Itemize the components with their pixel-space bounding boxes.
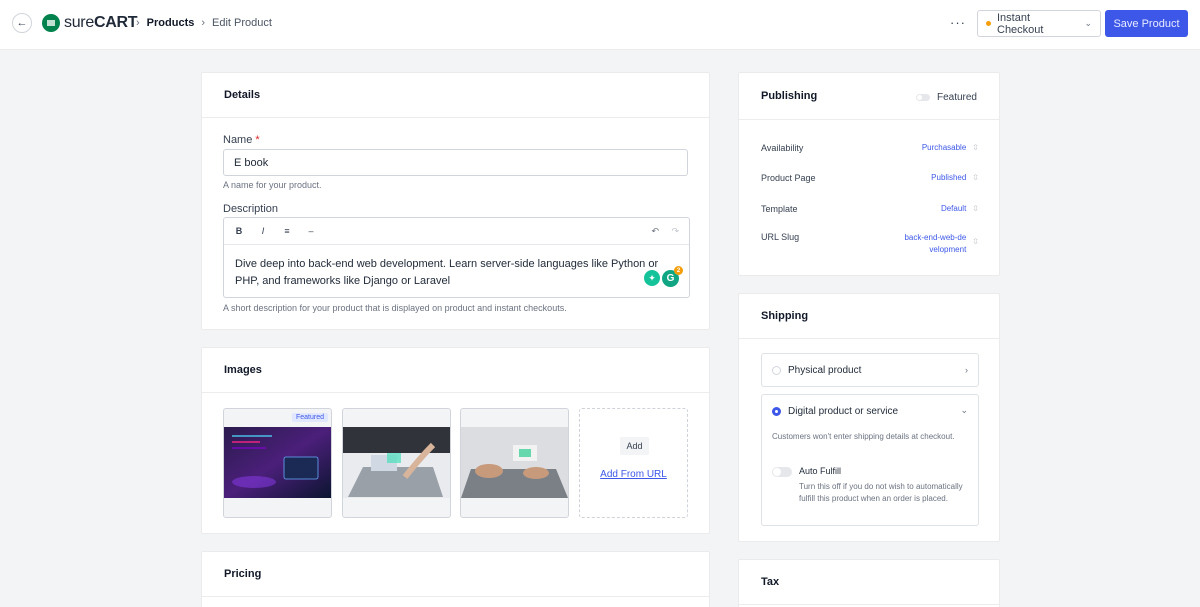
shipping-title: Shipping — [739, 294, 999, 339]
image-thumbnail-3[interactable] — [460, 408, 569, 518]
physical-product-option[interactable]: Physical product › — [761, 353, 979, 387]
editor-toolbar: B I ≡ – ↶ ↷ — [224, 218, 689, 245]
featured-toggle[interactable]: Featured — [915, 92, 977, 103]
publishing-card: Publishing Featured Availability Purchas… — [738, 72, 1000, 276]
chevron-right-icon: › — [136, 17, 140, 29]
details-title: Details — [202, 73, 709, 118]
publishing-row-url-slug: URL Slug back-end-web-development ⇳ — [761, 232, 979, 256]
redo-icon[interactable]: ↷ — [671, 226, 679, 237]
availability-select[interactable]: Purchasable ⇳ — [922, 143, 979, 153]
auto-fulfill-toggle[interactable] — [772, 467, 792, 477]
surecart-logo[interactable]: sureCART — [42, 14, 137, 32]
chevron-right-icon: › — [965, 365, 968, 375]
featured-switch[interactable] — [915, 94, 930, 101]
italic-icon[interactable]: I — [258, 226, 268, 236]
laptop-hands-image — [343, 427, 450, 498]
grammarly-widget[interactable]: ✦ G2 — [644, 266, 683, 287]
back-button[interactable]: ← — [12, 13, 32, 33]
physical-radio[interactable] — [772, 366, 781, 375]
tax-title: Tax — [739, 560, 999, 605]
surecart-logo-icon — [42, 14, 60, 32]
digital-note: Customers won't enter shipping details a… — [772, 432, 955, 441]
images-card: Images Featured Add Add From URL — [201, 347, 710, 534]
chevron-down-icon: ⌄ — [960, 405, 968, 415]
description-editor[interactable]: B I ≡ – ↶ ↷ Dive deep into back-end web … — [223, 217, 690, 298]
chevron-updown-icon: ⇳ — [972, 143, 979, 152]
chevron-updown-icon: ⇳ — [972, 204, 979, 213]
top-bar: ← sureCART › Products › Edit Product ···… — [0, 0, 1200, 50]
breadcrumb-current: Edit Product — [212, 17, 272, 29]
description-hint: A short description for your product tha… — [223, 303, 567, 313]
list-icon[interactable]: ≡ — [282, 226, 292, 236]
digital-product-option[interactable]: Digital product or service ⌄ Customers w… — [761, 394, 979, 526]
horizontal-rule-icon[interactable]: – — [306, 226, 316, 236]
grammarly-assist-icon[interactable]: ✦ — [644, 270, 660, 286]
url-slug-label: URL Slug — [761, 232, 800, 242]
image-thumbnail-1[interactable]: Featured — [223, 408, 332, 518]
grammarly-count: 2 — [674, 266, 683, 275]
checkout-select-label: Instant Checkout — [997, 11, 1044, 36]
name-input[interactable]: E book — [223, 149, 688, 176]
publishing-row-product-page: Product Page Published ⇳ — [761, 173, 979, 183]
checkout-select[interactable]: Instant Checkout ⌄ — [977, 10, 1101, 37]
digital-radio[interactable] — [772, 407, 781, 416]
coding-laptop-image — [224, 427, 331, 498]
name-label: Name * — [223, 134, 260, 146]
name-hint: A name for your product. — [223, 180, 322, 190]
images-title: Images — [202, 348, 709, 393]
undo-icon[interactable]: ↶ — [651, 226, 659, 237]
auto-fulfill-description: Turn this off if you do not wish to auto… — [799, 482, 963, 503]
laptop-typing-image — [461, 427, 568, 498]
breadcrumb: › Products › Edit Product — [136, 17, 272, 29]
template-label: Template — [761, 204, 798, 214]
shipping-card: Shipping Physical product › Digital prod… — [738, 293, 1000, 542]
availability-label: Availability — [761, 143, 804, 153]
required-mark: * — [255, 134, 260, 146]
details-card: Details Name * E book A name for your pr… — [201, 72, 710, 330]
chevron-updown-icon: ⇳ — [972, 237, 979, 246]
pricing-card: Pricing — [201, 551, 710, 607]
tax-card: Tax — [738, 559, 1000, 607]
image-thumbnail-2[interactable] — [342, 408, 451, 518]
chevron-updown-icon: ⇳ — [972, 173, 979, 182]
digital-label: Digital product or service — [788, 406, 899, 417]
template-select[interactable]: Default ⇳ — [941, 204, 979, 214]
publishing-row-availability: Availability Purchasable ⇳ — [761, 143, 979, 153]
featured-badge: Featured — [291, 413, 328, 422]
description-text[interactable]: Dive deep into back-end web development.… — [224, 245, 689, 301]
bold-icon[interactable]: B — [234, 226, 244, 236]
product-page-label: Product Page — [761, 173, 816, 183]
pricing-title: Pricing — [202, 552, 709, 597]
logo-text-cart: CART — [93, 14, 138, 31]
status-dot-icon — [986, 21, 991, 26]
save-product-button[interactable]: Save Product — [1105, 10, 1188, 37]
add-image-button[interactable]: Add — [620, 437, 649, 455]
chevron-right-icon: › — [201, 17, 206, 29]
product-page-select[interactable]: Published ⇳ — [931, 173, 979, 183]
publishing-row-template: Template Default ⇳ — [761, 204, 979, 214]
grammarly-icon[interactable]: G2 — [662, 266, 683, 287]
featured-label: Featured — [936, 92, 977, 103]
logo-text-sure: sure — [64, 14, 94, 31]
chevron-down-icon: ⌄ — [1084, 18, 1092, 28]
url-slug-input[interactable]: back-end-web-development ⇳ — [904, 232, 979, 256]
auto-fulfill-label: Auto Fulfill — [799, 466, 842, 476]
add-image-dropzone[interactable]: Add Add From URL — [579, 408, 688, 518]
breadcrumb-products[interactable]: Products — [147, 17, 195, 29]
physical-label: Physical product — [788, 365, 862, 376]
add-from-url-link[interactable]: Add From URL — [580, 469, 687, 480]
arrow-left-icon: ← — [16, 17, 28, 29]
description-label: Description — [223, 203, 279, 215]
more-options-button[interactable]: ··· — [950, 15, 966, 30]
